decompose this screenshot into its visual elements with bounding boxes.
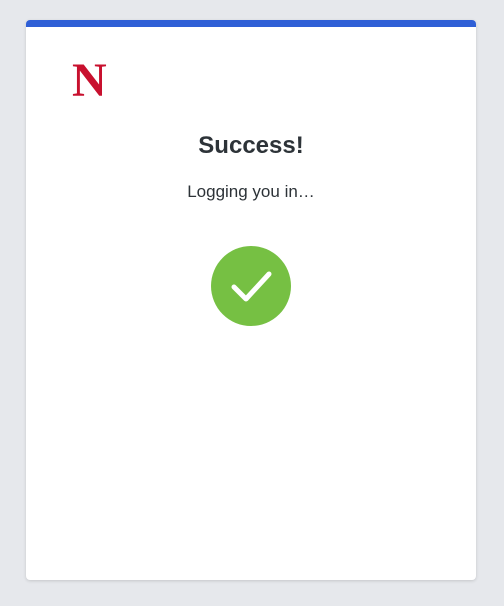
brand-logo: N xyxy=(72,57,120,105)
brand-logo-letter: N xyxy=(72,54,107,107)
login-status-card: N Success! Logging you in… xyxy=(26,20,476,580)
status-title: Success! xyxy=(198,132,304,159)
success-checkmark-icon xyxy=(211,246,291,326)
status-message: Logging you in… xyxy=(187,182,315,201)
card-accent-bar xyxy=(26,20,476,27)
